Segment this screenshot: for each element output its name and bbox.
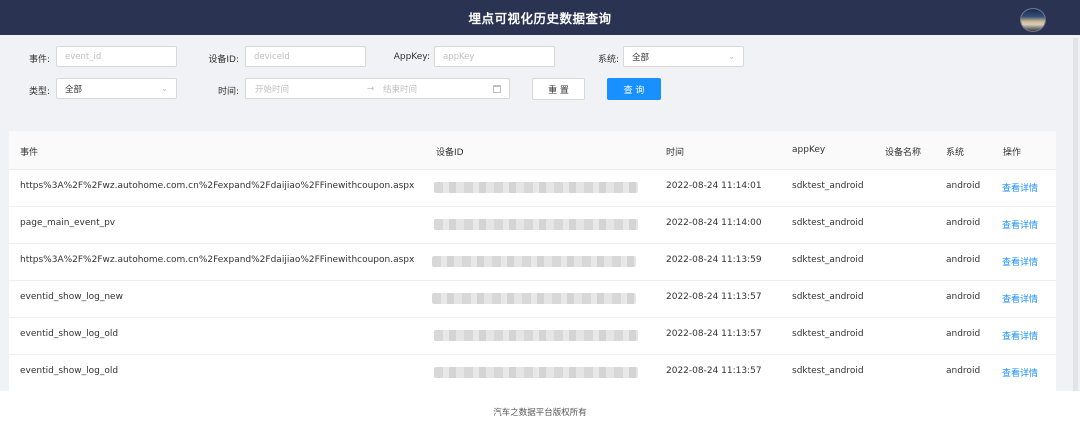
device-id-input[interactable]: deviceId <box>245 46 366 67</box>
type-select-value: 全部 <box>65 84 83 95</box>
page-title: 埋点可视化历史数据查询 <box>468 11 612 26</box>
event-cell: page_main_event_pv <box>20 218 116 228</box>
copyright-text: 汽车之数据平台版权所有 <box>493 407 587 418</box>
event-cell: eventid_show_log_old <box>20 366 119 376</box>
calendar-icon <box>493 85 501 93</box>
appkey-cell: sdktest_android <box>792 292 864 302</box>
system-cell: android <box>946 329 981 339</box>
table-row: page_main_event_pv 2022-08-24 11:14:00 s… <box>9 206 1056 244</box>
system-cell: android <box>946 218 981 228</box>
device-id-redacted <box>434 330 638 341</box>
view-details-link[interactable]: 查看详情 <box>1002 329 1038 342</box>
event-placeholder: event_id <box>65 51 102 62</box>
event-cell: https%3A%2F%2Fwz.autohome.com.cn%2Fexpan… <box>20 181 415 191</box>
query-button[interactable]: 查 询 <box>607 78 661 100</box>
event-cell: eventid_show_log_old <box>20 329 119 339</box>
column-header-event: 事件 <box>20 148 39 158</box>
view-details-link[interactable]: 查看详情 <box>1002 292 1038 305</box>
column-header-time: 时间 <box>666 148 685 158</box>
results-table: 事件 设备ID 时间 appKey 设备名称 系统 操作 https%3A%2F… <box>9 131 1056 391</box>
appkey-placeholder: appKey <box>443 51 475 62</box>
system-select-value: 全部 <box>632 52 650 63</box>
range-arrow-icon: → <box>367 83 375 94</box>
chevron-down-icon: ⌄ <box>728 52 735 61</box>
system-cell: android <box>946 181 981 191</box>
scrollbar-track[interactable] <box>1073 38 1078 432</box>
view-details-link[interactable]: 查看详情 <box>1002 218 1038 231</box>
table-row: https%3A%2F%2Fwz.autohome.com.cn%2Fexpan… <box>9 243 1056 281</box>
table-row: https%3A%2F%2Fwz.autohome.com.cn%2Fexpan… <box>9 169 1056 207</box>
filter-bar: 事件: event_id 设备ID: deviceId AppKey: appK… <box>0 35 1080 131</box>
chevron-down-icon: ⌄ <box>161 84 168 93</box>
table-row: eventid_show_log_new 2022-08-24 11:13:57… <box>9 280 1056 318</box>
view-details-link[interactable]: 查看详情 <box>1002 366 1038 379</box>
view-details-link[interactable]: 查看详情 <box>1002 181 1038 194</box>
column-header-system: 系统 <box>946 148 965 158</box>
event-input[interactable]: event_id <box>56 46 177 67</box>
appkey-cell: sdktest_android <box>792 181 864 191</box>
page-footer: 汽车之数据平台版权所有 <box>0 391 1080 432</box>
time-label: 时间: <box>217 87 239 97</box>
event-cell: eventid_show_log_new <box>20 292 123 302</box>
device-id-placeholder: deviceId <box>254 51 290 62</box>
type-select[interactable]: 全部 ⌄ <box>56 78 177 99</box>
time-cell: 2022-08-24 11:14:00 <box>666 218 762 228</box>
table-row: eventid_show_log_old 2022-08-24 11:13:57… <box>9 354 1056 391</box>
table-row: eventid_show_log_old 2022-08-24 11:13:57… <box>9 317 1056 355</box>
time-cell: 2022-08-24 11:13:59 <box>666 255 762 265</box>
table-header: 事件 设备ID 时间 appKey 设备名称 系统 操作 <box>9 131 1056 170</box>
time-cell: 2022-08-24 11:14:01 <box>666 181 762 191</box>
event-cell: https%3A%2F%2Fwz.autohome.com.cn%2Fexpan… <box>20 255 415 265</box>
system-cell: android <box>946 292 981 302</box>
device-id-label: 设备ID: <box>208 55 239 65</box>
time-cell: 2022-08-24 11:13:57 <box>666 329 762 339</box>
type-label: 类型: <box>28 87 50 97</box>
appkey-label: AppKey: <box>393 52 430 62</box>
appkey-cell: sdktest_android <box>792 329 864 339</box>
appkey-cell: sdktest_android <box>792 366 864 376</box>
time-cell: 2022-08-24 11:13:57 <box>666 366 762 376</box>
time-cell: 2022-08-24 11:13:57 <box>666 292 762 302</box>
time-range-picker[interactable]: 开始时间 → 结束时间 <box>245 78 510 99</box>
device-id-redacted <box>434 367 638 378</box>
device-id-redacted <box>432 293 636 304</box>
system-label: 系统: <box>597 55 619 65</box>
column-header-device-id: 设备ID <box>436 148 464 158</box>
device-id-redacted <box>434 182 638 193</box>
view-details-link[interactable]: 查看详情 <box>1002 255 1038 268</box>
appkey-input[interactable]: appKey <box>434 46 555 67</box>
column-header-appkey: appKey <box>792 145 826 155</box>
device-id-redacted <box>434 219 638 230</box>
start-time-placeholder: 开始时间 <box>255 84 290 95</box>
reset-button[interactable]: 重 置 <box>532 78 585 100</box>
event-label: 事件: <box>28 55 50 65</box>
appkey-cell: sdktest_android <box>792 255 864 265</box>
column-header-action: 操作 <box>1003 148 1022 158</box>
column-header-device-name: 设备名称 <box>885 148 922 158</box>
app-header: 埋点可视化历史数据查询 <box>0 0 1080 35</box>
user-avatar[interactable] <box>1020 8 1046 32</box>
device-id-redacted <box>432 256 636 267</box>
appkey-cell: sdktest_android <box>792 218 864 228</box>
system-cell: android <box>946 255 981 265</box>
system-cell: android <box>946 366 981 376</box>
end-time-placeholder: 结束时间 <box>383 84 418 95</box>
system-select[interactable]: 全部 ⌄ <box>623 46 744 67</box>
